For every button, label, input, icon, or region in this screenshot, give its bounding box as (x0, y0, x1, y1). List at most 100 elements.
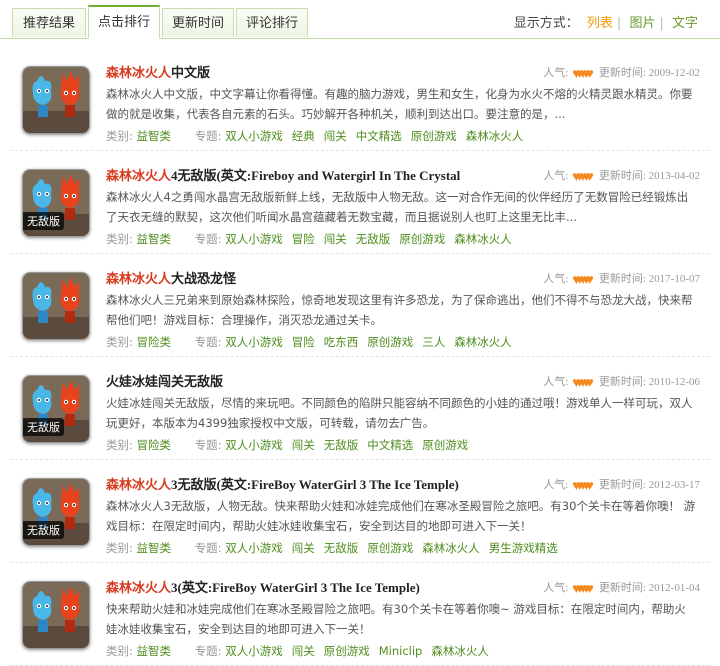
title-text: 大战恐龙怪 (171, 271, 237, 286)
topic-link[interactable]: 森林冰火人 (466, 129, 524, 143)
topic-link[interactable]: 双人小游戏 (225, 232, 283, 246)
topic-link[interactable]: 双人小游戏 (225, 335, 283, 349)
category-link[interactable]: 冒险类 (137, 335, 172, 349)
game-meta: 人气: ♥♥♥♥♥ 更新时间: 2013-04-02 (543, 167, 700, 186)
topic-list: 双人小游戏 冒险 闯关 无敌版 原创游戏 森林冰火人 (225, 232, 521, 246)
topic-label: 专题: (194, 335, 226, 349)
update-date: 2009-12-02 (648, 67, 700, 79)
topic-link[interactable]: 无敌版 (356, 232, 391, 246)
topic-link[interactable]: 森林冰火人 (454, 335, 512, 349)
title-text: 3无敌版(英文:FireBoy WaterGirl 3 The Ice Temp… (171, 477, 459, 492)
topic-link[interactable]: 无敌版 (324, 541, 359, 555)
topic-link[interactable]: 森林冰火人 (422, 541, 480, 555)
topic-link[interactable]: 三人 (422, 335, 445, 349)
title-highlight: 森林冰火人 (106, 271, 172, 286)
topic-link[interactable]: 闯关 (324, 232, 347, 246)
game-thumbnail[interactable]: 无敌版 (22, 375, 90, 443)
popularity-label: 人气: (543, 67, 569, 79)
tab-update-time[interactable]: 更新时间 (162, 8, 234, 37)
fireboy-watergirl-icon (23, 582, 89, 648)
game-title-link[interactable]: 森林冰火人3(英文:FireBoy WaterGirl 3 The Ice Te… (106, 577, 420, 596)
update-date: 2010-12-06 (648, 376, 700, 388)
topic-link[interactable]: 男生游戏精选 (489, 541, 558, 555)
topic-link[interactable]: 中文精选 (356, 129, 402, 143)
topic-link[interactable]: 冒险 (292, 232, 315, 246)
view-mode-list[interactable]: 列表 (587, 16, 613, 31)
divider: | (616, 16, 622, 31)
game-tags: 类别: 益智类 专题: 双人小游戏 闯关 原创游戏 Miniclip 森林冰火人 (106, 643, 498, 659)
game-tags: 类别: 益智类 专题: 双人小游戏 冒险 闯关 无敌版 原创游戏 森林冰火人 (106, 231, 521, 247)
updated-label: 更新时间: (598, 170, 646, 182)
title-highlight: 森林冰火人 (106, 580, 172, 595)
topic-link[interactable]: 无敌版 (324, 438, 359, 452)
topic-link[interactable]: 原创游戏 (367, 335, 413, 349)
view-mode-text[interactable]: 文字 (672, 16, 698, 31)
game-description: 森林冰火人3无敌版，人物无敌。快来帮助火娃和冰娃完成他们在寒冰圣殿冒险之旅吧。有… (106, 499, 696, 533)
topic-link[interactable]: 双人小游戏 (225, 129, 283, 143)
topic-link[interactable]: 闯关 (324, 129, 347, 143)
topic-link[interactable]: 双人小游戏 (225, 541, 283, 555)
topic-link[interactable]: 原创游戏 (399, 232, 445, 246)
tab-comment-ranking[interactable]: 评论排行 (236, 8, 308, 37)
list-item: 森林冰火人3(英文:FireBoy WaterGirl 3 The Ice Te… (10, 563, 710, 666)
game-thumbnail[interactable]: 无敌版 (22, 478, 90, 546)
topic-link[interactable]: 原创游戏 (422, 438, 468, 452)
updated-label: 更新时间: (598, 376, 646, 388)
heart-icon: ♥ (585, 479, 594, 494)
category-label: 类别: (106, 541, 137, 555)
topic-link[interactable]: 双人小游戏 (225, 644, 283, 658)
popularity-rating: ♥♥♥♥♥ (572, 170, 594, 186)
game-thumbnail[interactable]: 无敌版 (22, 169, 90, 237)
game-thumbnail[interactable] (22, 581, 90, 649)
topic-link[interactable]: 闯关 (292, 644, 315, 658)
popularity-rating: ♥♥♥♥♥ (572, 273, 594, 289)
heart-icon: ♥ (585, 170, 594, 185)
category-link[interactable]: 冒险类 (137, 438, 172, 452)
game-title-link[interactable]: 火娃冰娃闯关无敌版 (106, 371, 223, 390)
game-title-link[interactable]: 森林冰火人大战恐龙怪 (106, 268, 236, 287)
view-mode-switcher: 显示方式： 列表 | 图片 | 文字 (514, 12, 702, 31)
topic-link[interactable]: 森林冰火人 (454, 232, 512, 246)
game-thumbnail[interactable] (22, 66, 90, 134)
title-text: 4无敌版(英文:Fireboy and Watergirl In The Cry… (171, 168, 461, 183)
topic-link[interactable]: 吃东西 (324, 335, 359, 349)
topic-link[interactable]: 冒险 (292, 335, 315, 349)
popularity-label: 人气: (543, 582, 569, 594)
popularity-rating: ♥♥♥♥♥ (572, 67, 594, 83)
invincible-badge: 无敌版 (23, 521, 64, 539)
topic-link[interactable]: 双人小游戏 (225, 438, 283, 452)
topic-link[interactable]: 原创游戏 (324, 644, 370, 658)
category-link[interactable]: 益智类 (137, 232, 172, 246)
game-description: 快来帮助火娃和冰娃完成他们在寒冰圣殿冒险之旅吧。有30个关卡在等着你噢~ 游戏目… (106, 602, 686, 636)
popularity-rating: ♥♥♥♥♥ (572, 376, 594, 392)
tab-click-ranking[interactable]: 点击排行 (88, 5, 160, 39)
topic-link[interactable]: 经典 (292, 129, 315, 143)
game-title-link[interactable]: 森林冰火人中文版 (106, 62, 210, 81)
topic-link[interactable]: 闯关 (292, 541, 315, 555)
game-description: 森林冰火人4之勇闯水晶宫无敌版新鲜上线，无敌版中人物无敌。这一对合作无间的伙伴经… (106, 190, 689, 224)
topic-link[interactable]: 原创游戏 (411, 129, 457, 143)
category-link[interactable]: 益智类 (137, 644, 172, 658)
game-title-link[interactable]: 森林冰火人4无敌版(英文:Fireboy and Watergirl In Th… (106, 165, 460, 184)
topic-link[interactable]: 闯关 (292, 438, 315, 452)
category-link[interactable]: 益智类 (137, 129, 172, 143)
updated-label: 更新时间: (598, 273, 646, 285)
category-link[interactable]: 益智类 (137, 541, 172, 555)
topic-link[interactable]: 原创游戏 (367, 541, 413, 555)
tab-recommended[interactable]: 推荐结果 (12, 8, 86, 37)
topic-list: 双人小游戏 冒险 吃东西 原创游戏 三人 森林冰火人 (225, 335, 521, 349)
topic-link[interactable]: 森林冰火人 (431, 644, 489, 658)
topic-link[interactable]: Miniclip (379, 644, 423, 658)
game-description: 森林冰火人中文版，中文字幕让你看得懂。有趣的脑力游戏，男生和女生，化身为水火不熔… (106, 87, 693, 121)
update-date: 2012-03-17 (648, 479, 700, 491)
game-thumbnail[interactable] (22, 272, 90, 340)
view-mode-image[interactable]: 图片 (629, 16, 655, 31)
invincible-badge: 无敌版 (23, 418, 64, 436)
game-title-link[interactable]: 森林冰火人3无敌版(英文:FireBoy WaterGirl 3 The Ice… (106, 474, 459, 493)
updated-label: 更新时间: (598, 479, 646, 491)
topic-link[interactable]: 中文精选 (367, 438, 413, 452)
game-description: 森林冰火人三兄弟来到原始森林探险，惊奇地发现这里有许多恐龙，为了保命逃出，他们不… (106, 293, 693, 327)
topic-label: 专题: (194, 438, 226, 452)
popularity-rating: ♥♥♥♥♥ (572, 479, 594, 495)
title-highlight: 森林冰火人 (106, 477, 172, 492)
